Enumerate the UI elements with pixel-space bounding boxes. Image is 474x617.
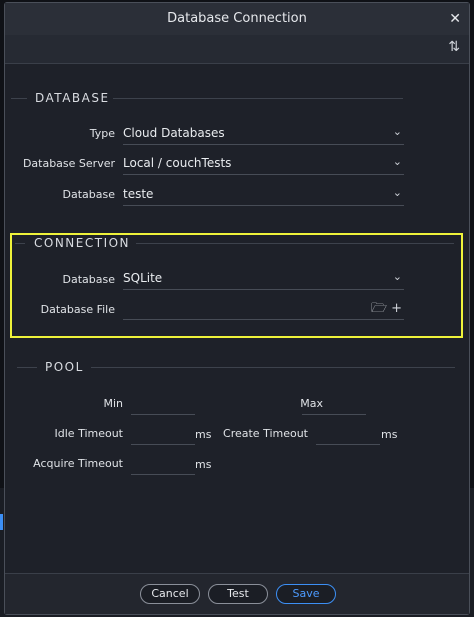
- create-timeout-label: Create Timeout: [223, 427, 308, 440]
- min-input[interactable]: [131, 396, 195, 415]
- section-divider: [91, 367, 455, 368]
- window-title: Database Connection: [167, 11, 307, 26]
- section-title-database: DATABASE: [35, 91, 110, 105]
- section-title-pool: POOL: [45, 360, 84, 374]
- section-divider: [17, 367, 37, 368]
- connection-database-label: Database: [62, 273, 116, 286]
- database-file-input[interactable]: 🗁 +: [123, 299, 404, 320]
- titlebar: Database Connection ✕: [5, 3, 469, 36]
- database-select-value: teste: [123, 187, 154, 201]
- connection-database-value: SQLite: [123, 271, 163, 285]
- type-label: Type: [89, 127, 115, 140]
- database-file-label: Database File: [40, 303, 115, 316]
- database-select[interactable]: teste ⌄: [123, 185, 404, 206]
- acquire-timeout-input[interactable]: [131, 456, 195, 475]
- sort-up-down-icon[interactable]: ⇅: [448, 39, 460, 55]
- idle-timeout-label: Idle Timeout: [54, 427, 123, 440]
- test-button[interactable]: Test: [208, 584, 268, 604]
- chevron-down-icon: ⌄: [392, 186, 402, 199]
- database-server-select[interactable]: Local / couchTests ⌄: [123, 154, 404, 175]
- section-divider: [136, 243, 454, 244]
- background-accent-marker: [0, 514, 3, 530]
- chevron-down-icon: ⌄: [392, 155, 402, 168]
- idle-timeout-input[interactable]: [131, 426, 195, 445]
- type-select-value: Cloud Databases: [123, 126, 225, 140]
- dialog-footer: Cancel Test Save: [5, 573, 469, 614]
- create-timeout-input[interactable]: [316, 426, 380, 445]
- toolbar: ⇅: [5, 35, 469, 64]
- create-timeout-unit: ms: [381, 428, 398, 441]
- max-input[interactable]: [302, 396, 366, 415]
- database-label: Database: [62, 188, 116, 201]
- database-server-label: Database Server: [22, 157, 115, 170]
- database-connection-dialog: Database Connection ✕ ⇅ DATABASE Type Cl…: [4, 2, 470, 615]
- section-divider: [15, 243, 25, 244]
- section-title-connection: CONNECTION: [34, 236, 131, 250]
- chevron-down-icon: ⌄: [392, 125, 402, 138]
- connection-database-select[interactable]: SQLite ⌄: [123, 269, 404, 290]
- section-divider: [113, 98, 403, 99]
- chevron-down-icon: ⌄: [392, 270, 402, 283]
- acquire-timeout-label: Acquire Timeout: [33, 457, 123, 470]
- folder-open-icon[interactable]: 🗁: [371, 301, 387, 316]
- save-button[interactable]: Save: [276, 584, 336, 604]
- close-icon[interactable]: ✕: [449, 3, 461, 35]
- min-label: Min: [103, 397, 123, 410]
- section-divider: [11, 98, 27, 99]
- plus-icon[interactable]: +: [391, 301, 402, 316]
- cancel-button[interactable]: Cancel: [140, 584, 200, 604]
- database-server-value: Local / couchTests: [123, 156, 232, 170]
- acquire-timeout-unit: ms: [195, 458, 212, 471]
- type-select[interactable]: Cloud Databases ⌄: [123, 124, 404, 145]
